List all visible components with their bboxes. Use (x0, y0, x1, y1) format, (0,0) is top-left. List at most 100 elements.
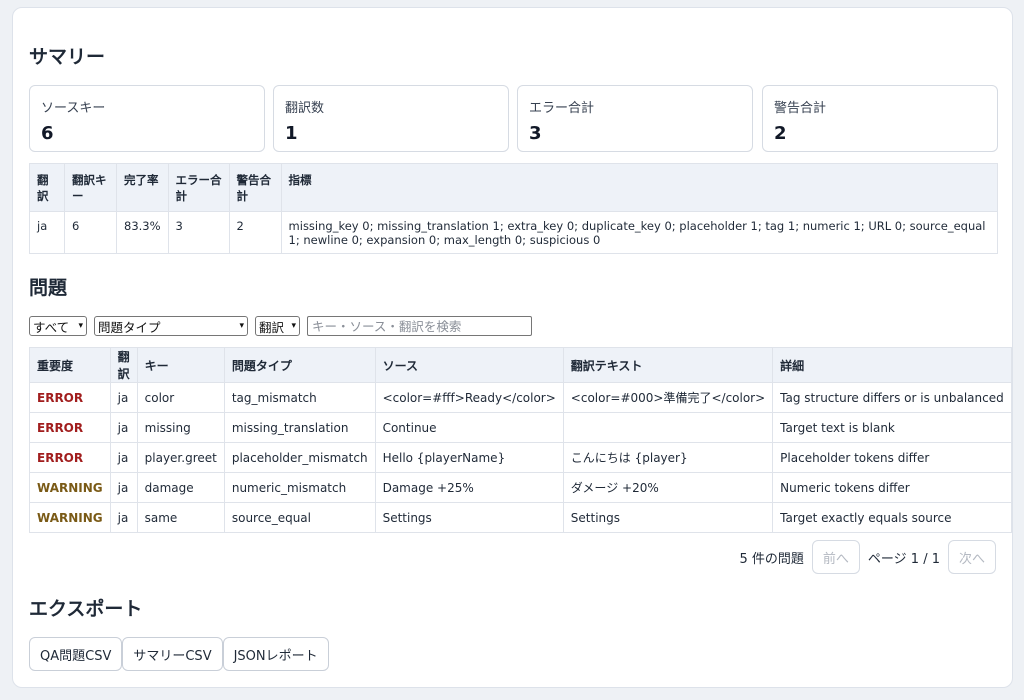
stat-source-keys: ソースキー 6 (29, 85, 265, 152)
stat-value: 6 (41, 123, 54, 144)
col-errors: エラー合計 (167, 163, 230, 212)
col-warnings: 警告合計 (228, 163, 282, 212)
cell-details: Placeholder tokens differ (772, 442, 1012, 473)
cell-source: Continue (374, 412, 564, 443)
cell-details: Target exactly equals source (772, 502, 1012, 533)
table-row[interactable]: ERROR ja color tag_mismatch <color=#fff>… (29, 382, 1012, 413)
table-row[interactable]: WARNING ja same source_equal Settings Se… (29, 502, 1012, 533)
cell-errors: 3 (167, 211, 230, 254)
severity-badge: WARNING (29, 472, 111, 503)
cell-translation (562, 412, 774, 443)
col-source: ソース (374, 347, 564, 383)
col-severity: 重要度 (29, 347, 111, 383)
cell-translation: こんにちは {player} (562, 442, 774, 473)
severity-badge: ERROR (29, 412, 111, 443)
page-indicator: ページ 1 / 1 (867, 551, 940, 567)
type-filter-select[interactable]: 問題タイプ ▾ (94, 316, 248, 336)
cell-issue-type: source_equal (223, 502, 376, 533)
cell-completion: 83.3% (116, 211, 169, 254)
col-locale: 翻訳 (29, 163, 65, 212)
chevron-down-icon: ▾ (78, 321, 83, 331)
export-qa-csv-button[interactable]: QA問題CSV (29, 637, 123, 671)
summary-table: 翻訳 翻訳キー 完了率 エラー合計 警告合計 指標 ja 6 83.3% 3 2… (29, 163, 999, 254)
col-translation-text: 翻訳テキスト (562, 347, 774, 383)
cell-translation: <color=#000>準備完了</color> (562, 382, 774, 413)
severity-filter-select[interactable]: すべて ▾ (29, 316, 87, 336)
issues-heading: 問題 (29, 277, 68, 299)
type-filter-value: 問題タイプ (98, 319, 161, 335)
stat-label: 翻訳数 (285, 101, 325, 116)
cell-translation: Settings (562, 502, 774, 533)
cell-translation-keys: 6 (64, 211, 117, 254)
cell-details: Numeric tokens differ (772, 472, 1012, 503)
table-header-row: 翻訳 翻訳キー 完了率 エラー合計 警告合計 指標 (29, 163, 999, 212)
cell-key: missing (136, 412, 225, 443)
stat-label: エラー合計 (529, 101, 595, 116)
col-translation-keys: 翻訳キー (64, 163, 117, 212)
cell-metrics: missing_key 0; missing_translation 1; ex… (280, 211, 999, 254)
chevron-down-icon: ▾ (239, 321, 244, 331)
cell-issue-type: placeholder_mismatch (223, 442, 376, 473)
col-key: キー (136, 347, 225, 383)
table-row: ja 6 83.3% 3 2 missing_key 0; missing_tr… (29, 211, 999, 254)
severity-badge: ERROR (29, 382, 111, 413)
col-completion: 完了率 (116, 163, 169, 212)
table-row[interactable]: ERROR ja missing missing_translation Con… (29, 412, 1012, 443)
cell-issue-type: missing_translation (223, 412, 376, 443)
col-locale: 翻訳 (109, 347, 138, 383)
cell-source: Settings (374, 502, 564, 533)
severity-filter-value: すべて (33, 319, 70, 335)
search-input[interactable] (307, 316, 532, 336)
stat-value: 2 (774, 123, 787, 144)
stat-value: 3 (529, 123, 542, 144)
cell-issue-type: tag_mismatch (223, 382, 376, 413)
cell-key: same (136, 502, 225, 533)
table-row[interactable]: ERROR ja player.greet placeholder_mismat… (29, 442, 1012, 473)
stat-label: 警告合計 (774, 101, 827, 116)
next-page-button[interactable]: 次へ (947, 540, 996, 574)
table-header-row: 重要度 翻訳 キー 問題タイプ ソース 翻訳テキスト 詳細 (29, 347, 1012, 383)
cell-translation: ダメージ +20% (562, 472, 774, 503)
cell-issue-type: numeric_mismatch (223, 472, 376, 503)
stat-errors: エラー合計 3 (517, 85, 753, 152)
cell-locale: ja (109, 412, 138, 443)
cell-locale: ja (109, 502, 138, 533)
cell-warnings: 2 (228, 211, 282, 254)
cell-locale: ja (109, 382, 138, 413)
chevron-down-icon: ▾ (291, 321, 296, 331)
export-heading: エクスポート (29, 598, 143, 620)
issue-filters: すべて ▾ 問題タイプ ▾ 翻訳 ▾ (29, 316, 532, 336)
cell-details: Tag structure differs or is unbalanced (772, 382, 1012, 413)
export-buttons: QA問題CSV サマリーCSV JSONレポート (29, 637, 329, 671)
export-json-report-button[interactable]: JSONレポート (222, 637, 329, 671)
table-row[interactable]: WARNING ja damage numeric_mismatch Damag… (29, 472, 1012, 503)
cell-source: Damage +25% (374, 472, 564, 503)
severity-badge: ERROR (29, 442, 111, 473)
cell-locale: ja (109, 442, 138, 473)
stat-warnings: 警告合計 2 (762, 85, 998, 152)
stat-label: ソースキー (41, 101, 106, 116)
cell-key: damage (136, 472, 225, 503)
export-summary-csv-button[interactable]: サマリーCSV (122, 637, 223, 671)
stat-value: 1 (285, 123, 298, 144)
cell-locale: ja (29, 211, 65, 254)
issue-count: 5 件の問題 (739, 551, 804, 567)
summary-heading: サマリー (29, 46, 106, 68)
stat-translations: 翻訳数 1 (273, 85, 509, 152)
col-metrics: 指標 (280, 163, 999, 212)
severity-badge: WARNING (29, 502, 111, 533)
report-card: サマリー ソースキー 6 翻訳数 1 エラー合計 3 警告合計 2 翻訳 翻訳キ… (12, 7, 1013, 688)
cell-locale: ja (109, 472, 138, 503)
col-details: 詳細 (772, 347, 1012, 383)
issues-table: 重要度 翻訳 キー 問題タイプ ソース 翻訳テキスト 詳細 ERROR ja c… (29, 347, 1012, 533)
cell-source: Hello {playerName} (374, 442, 564, 473)
pagination: 5 件の問題 前へ ページ 1 / 1 次へ (739, 540, 996, 574)
locale-filter-select[interactable]: 翻訳 ▾ (255, 316, 300, 336)
locale-filter-value: 翻訳 (259, 319, 285, 335)
cell-key: color (136, 382, 225, 413)
cell-key: player.greet (136, 442, 225, 473)
col-issue-type: 問題タイプ (223, 347, 376, 383)
prev-page-button[interactable]: 前へ (811, 540, 860, 574)
cell-details: Target text is blank (772, 412, 1012, 443)
cell-source: <color=#fff>Ready</color> (374, 382, 564, 413)
